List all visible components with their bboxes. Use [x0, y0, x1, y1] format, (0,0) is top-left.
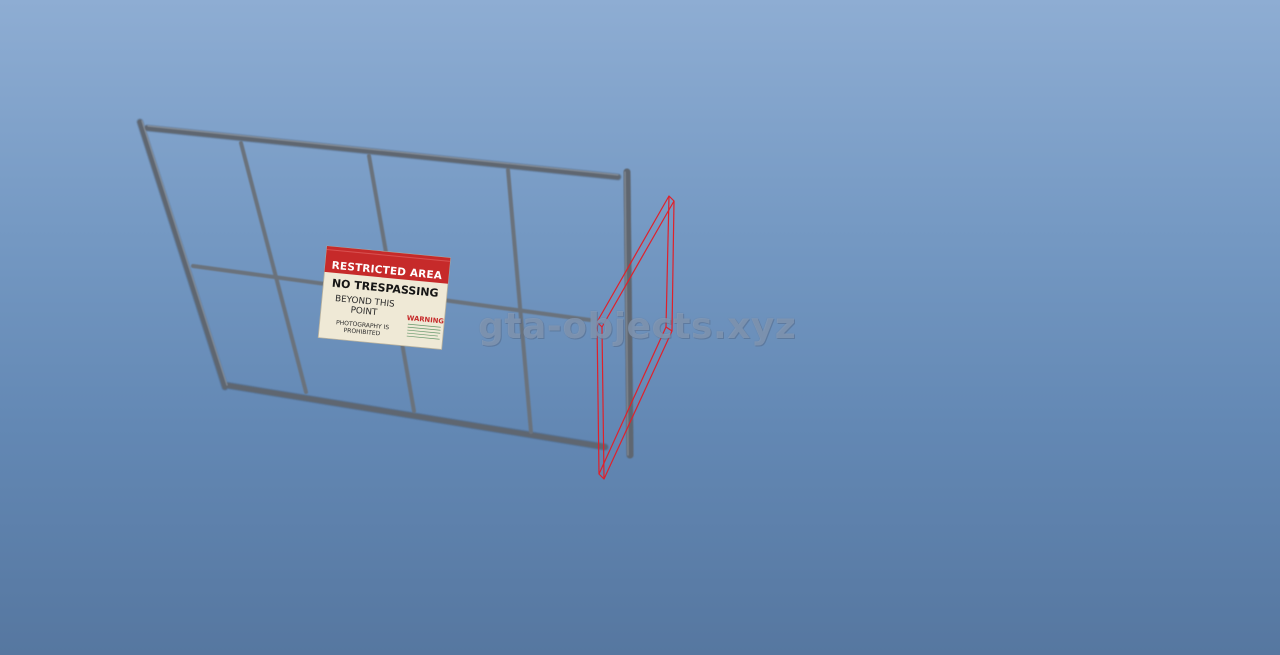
fence-rail-top — [144, 125, 621, 180]
restricted-area-sign: RESTRICTED AREA NO TRESPASSING BEYOND TH… — [317, 245, 451, 350]
fence-stile-1 — [239, 141, 308, 394]
viewport-scene: RESTRICTED AREA NO TRESPASSING BEYOND TH… — [0, 0, 1280, 655]
site-watermark: gta-objects.xyz — [478, 306, 797, 347]
fence-rail-bottom — [222, 382, 608, 450]
fence-post-left — [137, 119, 228, 390]
fence-stile-3 — [506, 168, 533, 434]
